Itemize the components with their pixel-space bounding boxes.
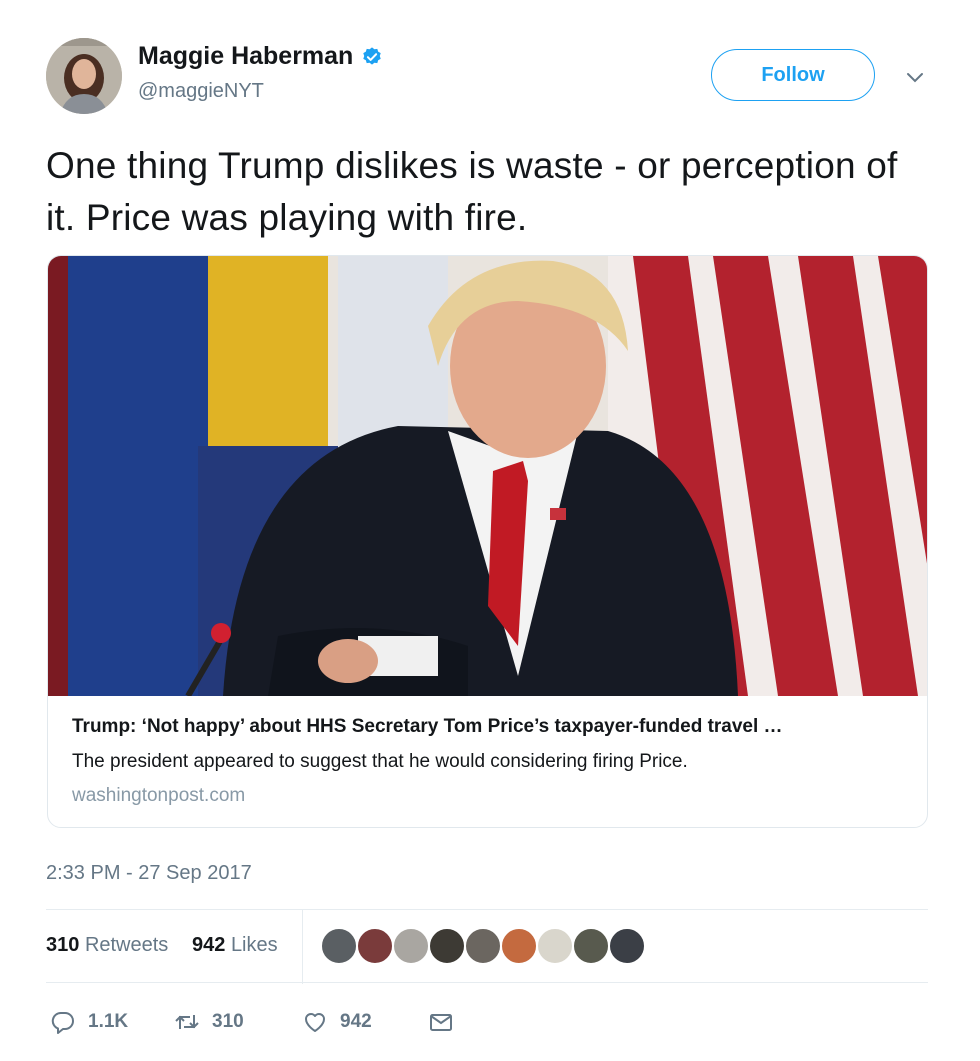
liker-avatar[interactable] xyxy=(320,927,358,965)
card-description: The president appeared to suggest that h… xyxy=(72,751,688,772)
likers-avatars xyxy=(320,927,646,965)
retweets-count: 310 xyxy=(46,934,80,956)
card-image xyxy=(48,256,927,696)
retweets-stat[interactable]: 310 Retweets xyxy=(46,934,168,957)
card-domain: washingtonpost.com xyxy=(72,785,246,806)
reply-count: 1.1K xyxy=(88,1011,129,1032)
author-name[interactable]: Maggie Haberman xyxy=(138,42,353,71)
retweet-count: 310 xyxy=(212,1011,244,1032)
liker-avatar[interactable] xyxy=(536,927,574,965)
heart-icon xyxy=(305,1013,325,1032)
liker-avatar[interactable] xyxy=(356,927,394,965)
direct-message-icon xyxy=(430,1014,452,1031)
direct-message-button[interactable] xyxy=(428,1009,454,1035)
verified-badge-icon xyxy=(363,46,382,65)
retweet-icon xyxy=(175,1015,199,1029)
liker-avatar[interactable] xyxy=(464,927,502,965)
retweets-label: Retweets xyxy=(84,934,169,956)
tweet-timestamp[interactable]: 2:33 PM - 27 Sep 2017 xyxy=(46,862,252,885)
reply-button[interactable]: 1.1K xyxy=(50,1009,128,1035)
likes-label: Likes xyxy=(230,934,278,956)
chevron-down-icon[interactable] xyxy=(902,64,928,90)
like-count: 942 xyxy=(340,1011,372,1032)
tweet-text: One thing Trump dislikes is waste - or p… xyxy=(46,145,898,238)
tweet-actions: 1.1K 310 942 xyxy=(46,1003,926,1043)
liker-avatar[interactable] xyxy=(608,927,646,965)
liker-avatar[interactable] xyxy=(428,927,466,965)
link-card[interactable]: Trump: ‘Not happy’ about HHS Secretary T… xyxy=(47,255,928,828)
tweet-stats: 310 Retweets 942 Likes xyxy=(46,909,928,984)
stats-divider xyxy=(302,910,303,984)
liker-avatar[interactable] xyxy=(392,927,430,965)
likes-count: 942 xyxy=(192,934,226,956)
liker-avatar[interactable] xyxy=(500,927,538,965)
author-handle[interactable]: @maggieNYT xyxy=(138,80,264,103)
likes-stat[interactable]: 942 Likes xyxy=(192,934,278,957)
follow-button[interactable]: Follow xyxy=(711,49,875,101)
author-avatar[interactable] xyxy=(46,38,122,114)
reply-icon xyxy=(51,1011,74,1034)
liker-avatar[interactable] xyxy=(572,927,610,965)
retweet-button[interactable]: 310 xyxy=(174,1009,244,1035)
card-title[interactable]: Trump: ‘Not happy’ about HHS Secretary T… xyxy=(72,716,903,738)
like-button[interactable]: 942 xyxy=(302,1009,372,1035)
